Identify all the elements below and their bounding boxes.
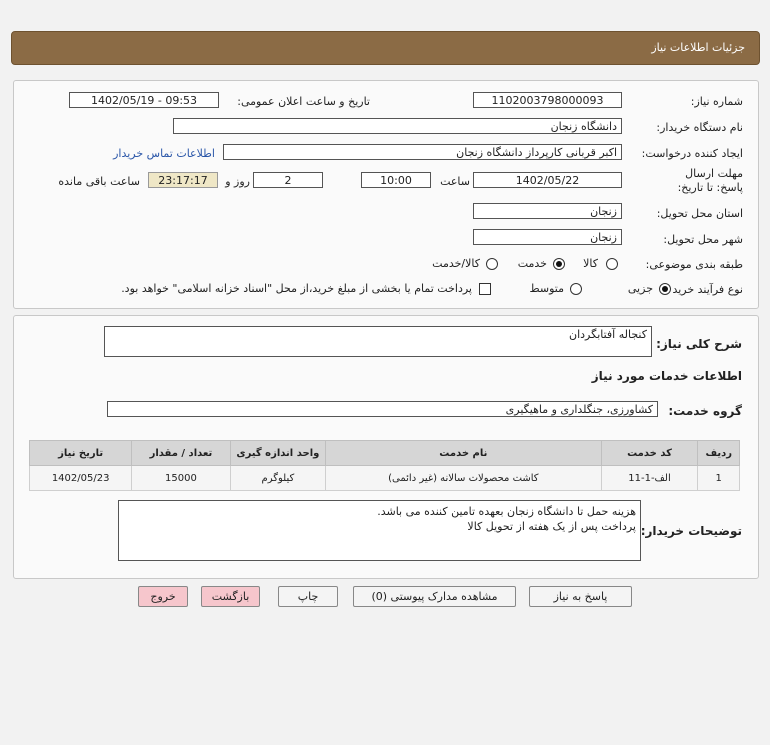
table-row: 1402/05/23 15000 کیلوگرم کاشت محصولات سا…: [28, 465, 740, 491]
summary-label: شرح کلی نیاز:: [656, 337, 742, 351]
buyer-org-field: دانشگاه زنجان: [173, 118, 622, 134]
days-field: 2: [253, 172, 323, 188]
requester-field: اکبر قربانی کارپرداز دانشگاه زنجان: [223, 144, 622, 160]
need-number-field: 1102003798000093: [473, 92, 622, 108]
buyer-notes-label: توضیحات خریدار:: [640, 524, 742, 538]
deadline-time-field: 10:00: [361, 172, 431, 188]
remaining-label: ساعت باقی مانده: [58, 175, 140, 188]
col-row: ردیف: [697, 440, 740, 466]
services-table: تاریخ نیاز تعداد / مقدار واحد اندازه گیر…: [28, 440, 740, 491]
buyer-notes-field: هزینه حمل تا دانشگاه زنجان بعهده تامین ک…: [118, 500, 641, 561]
category-label: طبقه بندی موضوعی:: [645, 258, 743, 271]
buyer-org-label: نام دستگاه خریدار:: [656, 121, 743, 134]
respond-button[interactable]: پاسخ به نیاز: [529, 586, 632, 607]
process-radio-minor[interactable]: [659, 283, 671, 295]
remaining-time-field: 23:17:17: [148, 172, 218, 188]
city-field: زنجان: [473, 229, 622, 245]
category-radio-goods-service[interactable]: [486, 258, 498, 270]
col-date: تاریخ نیاز: [28, 440, 133, 466]
announce-date-field: 1402/05/19 - 09:53: [69, 92, 219, 108]
summary-field: کنجاله آفتابگردان: [104, 326, 652, 357]
page-header: جزئیات اطلاعات نیاز: [11, 31, 760, 65]
cell-date: 1402/05/23: [28, 465, 133, 491]
cell-service-name: کاشت محصولات سالانه (غیر دائمی): [325, 465, 602, 491]
service-group-label: گروه خدمت:: [668, 404, 742, 418]
process-label: نوع فرآیند خرید :: [665, 283, 743, 296]
need-info-panel: [13, 80, 759, 309]
announce-date-label: تاریخ و ساعت اعلان عمومی:: [237, 95, 370, 108]
col-service-code: کد خدمت: [600, 440, 699, 466]
days-label: روز و: [225, 175, 250, 188]
category-option-service: خدمت: [517, 257, 547, 270]
province-label: استان محل تحویل:: [656, 207, 743, 220]
process-radio-medium[interactable]: [570, 283, 582, 295]
col-qty: تعداد / مقدار: [131, 440, 231, 466]
deadline-date-field: 1402/05/22: [473, 172, 622, 188]
category-radio-goods[interactable]: [606, 258, 618, 270]
services-heading: اطلاعات خدمات مورد نیاز: [591, 369, 742, 383]
category-option-goods: کالا: [583, 257, 598, 270]
print-button[interactable]: چاپ: [278, 586, 338, 607]
treasury-payment-checkbox[interactable]: [479, 283, 491, 295]
requester-label: ایجاد کننده درخواست:: [641, 147, 743, 160]
process-option-medium: متوسط: [529, 282, 564, 295]
back-button[interactable]: بازگشت: [201, 586, 260, 607]
cell-unit: کیلوگرم: [229, 465, 327, 491]
buyer-notes-line-1: هزینه حمل تا دانشگاه زنجان بعهده تامین ک…: [377, 505, 636, 518]
service-group-field: کشاورزی، جنگلداری و ماهیگیری: [107, 401, 658, 417]
table-header-row: تاریخ نیاز تعداد / مقدار واحد اندازه گیر…: [28, 440, 740, 466]
col-unit: واحد اندازه گیری: [229, 440, 327, 466]
province-field: زنجان: [473, 203, 622, 219]
view-documents-button[interactable]: مشاهده مدارک پیوستی (0): [353, 586, 516, 607]
process-option-minor: جزیی: [627, 282, 653, 295]
category-radio-service[interactable]: [553, 258, 565, 270]
deadline-label: مهلت ارسال پاسخ: تا تاریخ:: [677, 167, 743, 194]
buyer-notes-line-2: پرداخت پس از یک هفته از تحویل کالا: [467, 520, 636, 533]
need-number-label: شماره نیاز:: [690, 95, 743, 108]
col-service-name: نام خدمت: [325, 440, 602, 466]
city-label: شهر محل تحویل:: [663, 233, 743, 246]
cell-row: 1: [697, 465, 740, 491]
exit-button[interactable]: خروج: [138, 586, 188, 607]
deadline-time-label: ساعت: [440, 175, 470, 188]
cell-qty: 15000: [131, 465, 231, 491]
category-option-goods-service: کالا/خدمت: [432, 257, 480, 270]
treasury-payment-note: پرداخت تمام یا بخشی از مبلغ خرید،از محل …: [121, 282, 472, 295]
cell-service-code: الف-1-11: [600, 465, 699, 491]
page-title: جزئیات اطلاعات نیاز: [651, 41, 745, 54]
buyer-contact-link[interactable]: اطلاعات تماس خریدار: [113, 147, 215, 160]
